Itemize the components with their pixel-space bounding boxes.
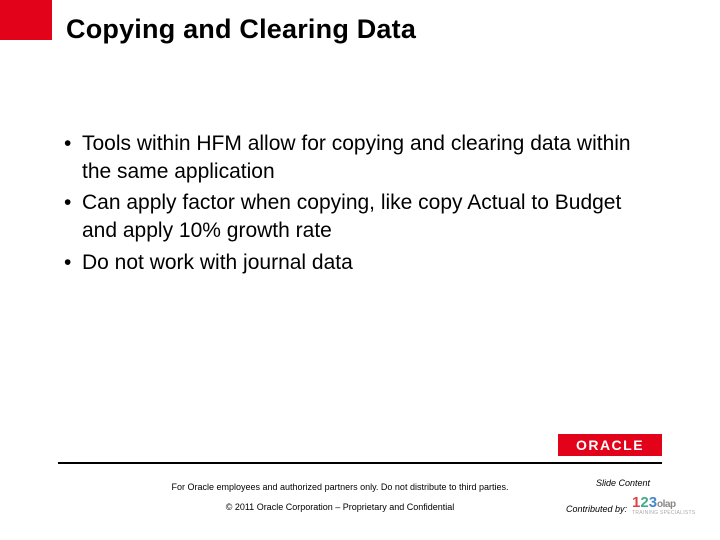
slide-title: Copying and Clearing Data bbox=[66, 14, 416, 45]
contrib-logo-word: olap bbox=[657, 499, 676, 510]
list-item: Can apply factor when copying, like copy… bbox=[64, 189, 656, 244]
list-item: Tools within HFM allow for copying and c… bbox=[64, 130, 656, 185]
slide-content-label: Slide Content bbox=[596, 478, 650, 488]
brand-red-block bbox=[0, 0, 52, 40]
contrib-logo-digit: 2 bbox=[640, 494, 648, 511]
contributed-by-label: Contributed by: bbox=[566, 504, 627, 514]
footer-disclaimer: For Oracle employees and authorized part… bbox=[150, 482, 530, 492]
slide: Copying and Clearing Data Tools within H… bbox=[0, 0, 720, 540]
footer-divider bbox=[58, 462, 662, 464]
contrib-logo-digit: 3 bbox=[649, 494, 657, 511]
contributor-logo: 123olap TRAINING SPECIALISTS bbox=[632, 494, 696, 522]
list-item: Do not work with journal data bbox=[64, 249, 656, 277]
footer-copyright: © 2011 Oracle Corporation – Proprietary … bbox=[150, 502, 530, 512]
oracle-logo: ORACLE bbox=[558, 434, 662, 456]
slide-body: Tools within HFM allow for copying and c… bbox=[64, 130, 656, 281]
footer: For Oracle employees and authorized part… bbox=[0, 468, 720, 540]
bullet-list: Tools within HFM allow for copying and c… bbox=[64, 130, 656, 277]
contrib-logo-sub: TRAINING SPECIALISTS bbox=[632, 510, 696, 516]
